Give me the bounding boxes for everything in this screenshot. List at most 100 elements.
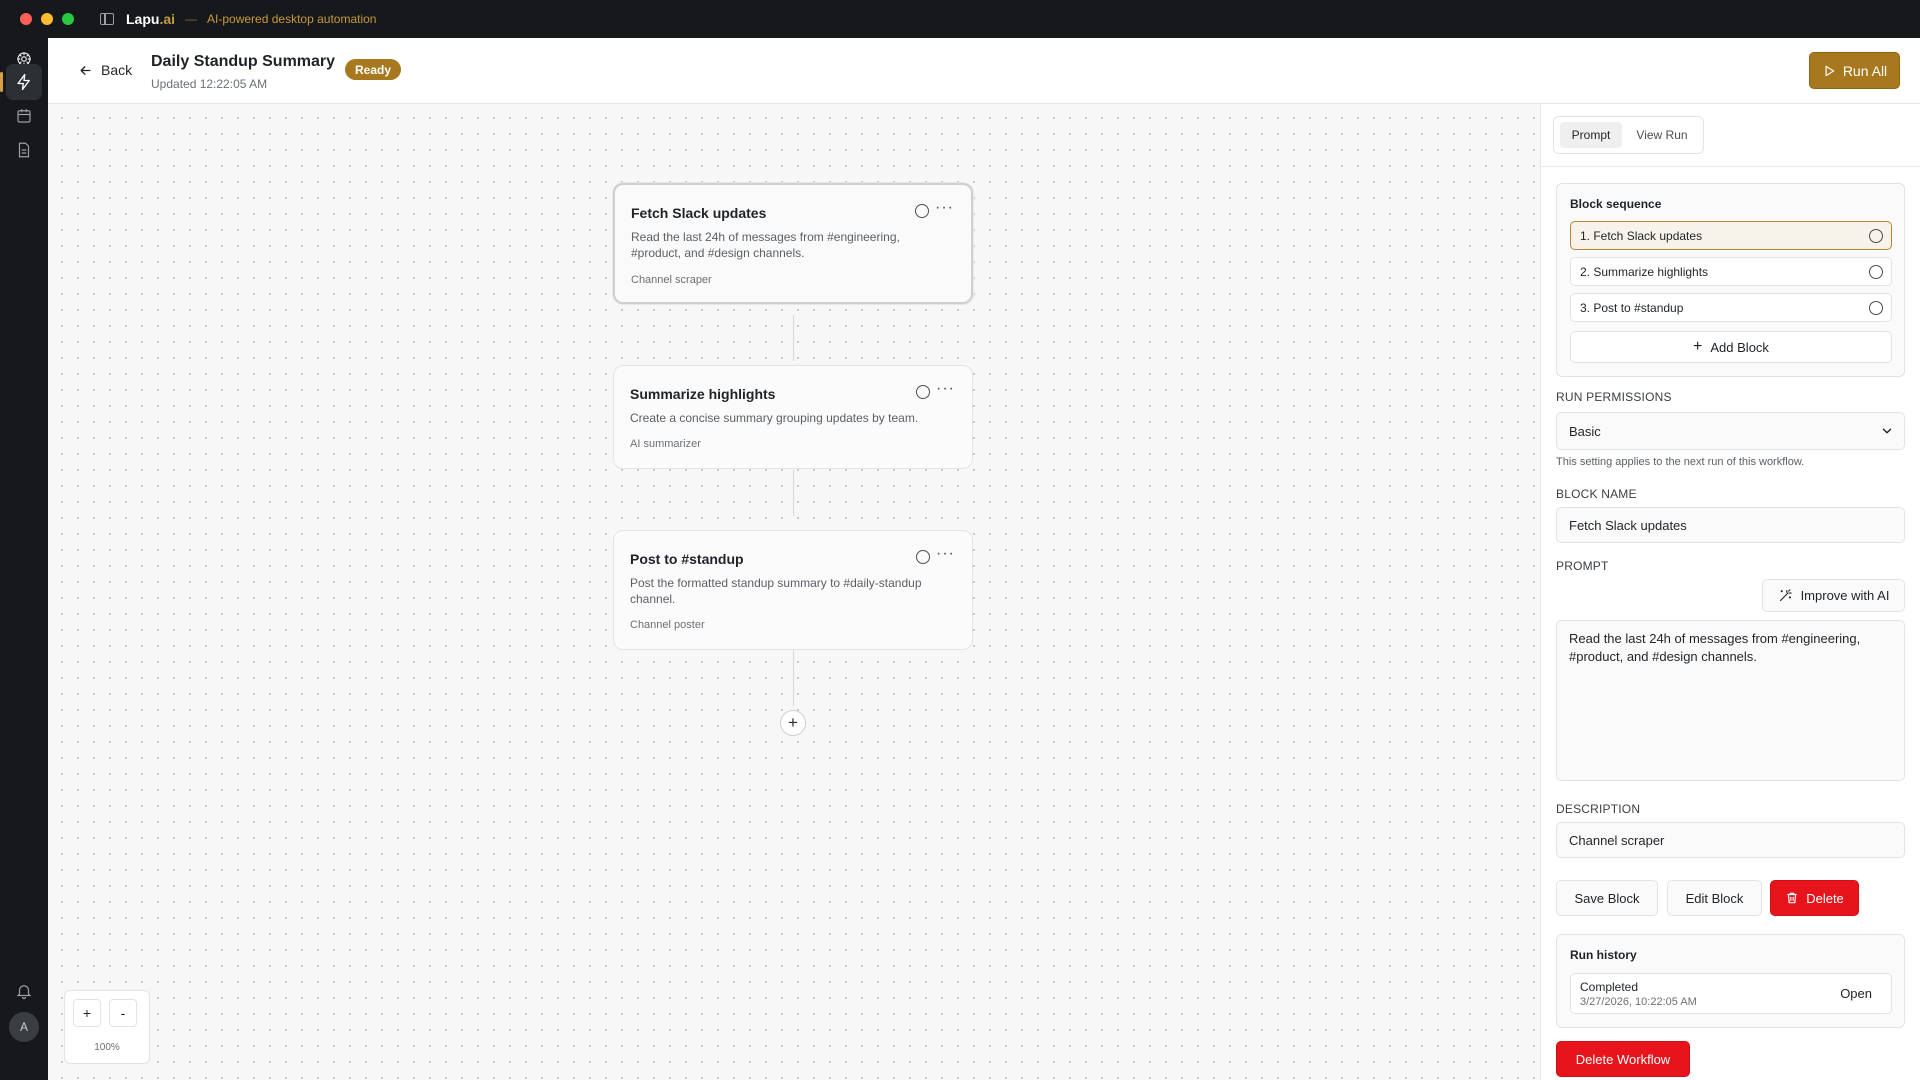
delete-workflow-button[interactable]: Delete Workflow — [1556, 1041, 1690, 1077]
status-badge: Ready — [345, 59, 402, 80]
workflow-node-summarize[interactable]: Summarize highlights ··· Create a concis… — [613, 365, 973, 469]
node-status-circle-icon[interactable] — [916, 550, 930, 564]
rail-schedule-button[interactable] — [6, 98, 42, 134]
node-more-options-icon[interactable]: ··· — [936, 380, 955, 398]
workflow-node-post-standup[interactable]: Post to #standup ··· Post the formatted … — [613, 530, 973, 650]
rail-documents-button[interactable] — [6, 132, 42, 168]
magic-wand-icon — [1779, 589, 1792, 602]
node-more-options-icon[interactable]: ··· — [936, 545, 955, 563]
tab-view-run[interactable]: View Run — [1624, 122, 1700, 148]
block-name-input[interactable]: Fetch Slack updates — [1556, 507, 1905, 543]
prompt-textarea[interactable]: Read the last 24h of messages from #engi… — [1556, 620, 1905, 781]
workflow-header: Back Daily Standup Summary Updated 12:22… — [48, 38, 1920, 104]
run-permissions-label: RUN PERMISSIONS — [1556, 390, 1672, 404]
node-connector — [793, 650, 794, 706]
window-titlebar: Lapu .ai — AI-powered desktop automation — [0, 0, 1920, 38]
run-timestamp: 3/27/2026, 10:22:05 AM — [1580, 996, 1697, 1008]
sequence-item-status-icon[interactable] — [1869, 229, 1883, 243]
add-block-button[interactable]: + Add Block — [1570, 331, 1892, 363]
app-name: Lapu — [126, 11, 160, 27]
sidebar-toggle-icon[interactable] — [100, 13, 114, 25]
navigation-rail: A — [0, 38, 48, 1080]
calendar-icon — [17, 109, 31, 123]
run-history-title: Run history — [1570, 948, 1637, 962]
chevron-down-icon — [1882, 428, 1892, 434]
arrow-left-icon — [80, 65, 91, 75]
node-title: Fetch Slack updates — [631, 205, 767, 221]
node-status-circle-icon[interactable] — [916, 385, 930, 399]
node-more-options-icon[interactable]: ··· — [935, 199, 954, 217]
plus-icon: + — [1693, 338, 1703, 355]
improve-with-ai-button[interactable]: Improve with AI — [1762, 579, 1905, 612]
workflow-canvas[interactable]: Fetch Slack updates ··· Read the last 24… — [48, 104, 1540, 1080]
run-permissions-hint: This setting applies to the next run of … — [1556, 456, 1805, 468]
node-description: Create a concise summary grouping update… — [630, 411, 919, 425]
node-type: Channel scraper — [631, 274, 712, 286]
node-connector — [793, 315, 794, 361]
sequence-item-status-icon[interactable] — [1869, 301, 1883, 315]
app-tagline: AI-powered desktop automation — [207, 12, 377, 26]
workflow-updated-time: Updated 12:22:05 AM — [151, 77, 268, 91]
trash-icon — [1787, 892, 1797, 904]
zoom-controls: + - 100% — [64, 990, 150, 1064]
document-icon — [18, 142, 30, 158]
app-name-suffix: .ai — [159, 11, 176, 27]
sequence-item[interactable]: 1. Fetch Slack updates — [1570, 221, 1892, 250]
save-block-button[interactable]: Save Block — [1556, 880, 1658, 916]
run-all-label: Run All — [1842, 62, 1888, 79]
run-all-button[interactable]: Run All — [1809, 52, 1900, 89]
user-avatar[interactable]: A — [9, 1012, 39, 1042]
sequence-item-label: 2. Summarize highlights — [1580, 264, 1709, 279]
zoom-level: 100% — [94, 1042, 120, 1053]
node-status-circle-icon[interactable] — [915, 204, 929, 218]
block-name-label: BLOCK NAME — [1556, 487, 1637, 501]
panel-divider — [1541, 166, 1920, 167]
sequence-item[interactable]: 2. Summarize highlights — [1570, 257, 1892, 286]
node-type: AI summarizer — [630, 438, 701, 450]
back-button[interactable]: Back — [78, 62, 132, 78]
node-title: Post to #standup — [630, 551, 744, 567]
node-description: Post the formatted standup summary to #d… — [630, 576, 922, 606]
close-window-button[interactable] — [20, 13, 32, 25]
zoom-out-button[interactable]: - — [109, 999, 137, 1027]
open-run-button[interactable]: Open — [1840, 986, 1872, 1001]
play-icon — [1825, 65, 1835, 76]
run-status: Completed — [1580, 980, 1639, 994]
block-sequence-card: Block sequence 1. Fetch Slack updates 2.… — [1556, 183, 1905, 377]
edit-block-button[interactable]: Edit Block — [1667, 880, 1762, 916]
zoom-in-button[interactable]: + — [73, 999, 101, 1027]
sequence-item[interactable]: 3. Post to #standup — [1570, 293, 1892, 322]
sequence-item-status-icon[interactable] — [1869, 265, 1883, 279]
minimize-window-button[interactable] — [41, 13, 53, 25]
add-block-label: Add Block — [1710, 339, 1769, 355]
run-history-card: Run history Completed 3/27/2026, 10:22:0… — [1556, 934, 1905, 1028]
workflow-node-fetch-slack[interactable]: Fetch Slack updates ··· Read the last 24… — [613, 183, 973, 304]
lightning-icon — [17, 73, 30, 91]
app-name-separator: — — [185, 12, 198, 26]
back-label: Back — [101, 62, 133, 78]
rail-notifications-button[interactable] — [6, 973, 42, 1009]
block-inspector-panel: Prompt View Run Block sequence 1. Fetch … — [1540, 104, 1920, 1080]
panel-tabs: Prompt View Run — [1553, 116, 1704, 154]
run-permissions-select[interactable]: Basic — [1556, 412, 1905, 450]
node-title: Summarize highlights — [630, 386, 776, 402]
run-history-row[interactable]: Completed 3/27/2026, 10:22:05 AM Open — [1570, 973, 1892, 1014]
description-label: DESCRIPTION — [1556, 802, 1641, 816]
node-description: Read the last 24h of messages from #engi… — [631, 230, 900, 260]
sequence-item-label: 3. Post to #standup — [1580, 300, 1684, 315]
workflow-title: Daily Standup Summary — [151, 53, 336, 70]
prompt-label: PROMPT — [1556, 559, 1609, 573]
maximize-window-button[interactable] — [62, 13, 74, 25]
window-controls — [20, 13, 74, 25]
description-input[interactable]: Channel scraper — [1556, 822, 1905, 858]
run-permissions-value: Basic — [1569, 423, 1601, 439]
block-sequence-title: Block sequence — [1570, 197, 1662, 211]
add-node-button[interactable]: + — [780, 710, 806, 736]
tab-prompt[interactable]: Prompt — [1560, 122, 1622, 148]
improve-with-ai-label: Improve with AI — [1800, 588, 1890, 603]
sequence-item-label: 1. Fetch Slack updates — [1580, 228, 1703, 243]
delete-block-button[interactable]: Delete — [1770, 880, 1859, 916]
bell-icon — [16, 985, 32, 1000]
rail-workflows-button[interactable] — [0, 64, 42, 100]
node-connector — [793, 470, 794, 516]
